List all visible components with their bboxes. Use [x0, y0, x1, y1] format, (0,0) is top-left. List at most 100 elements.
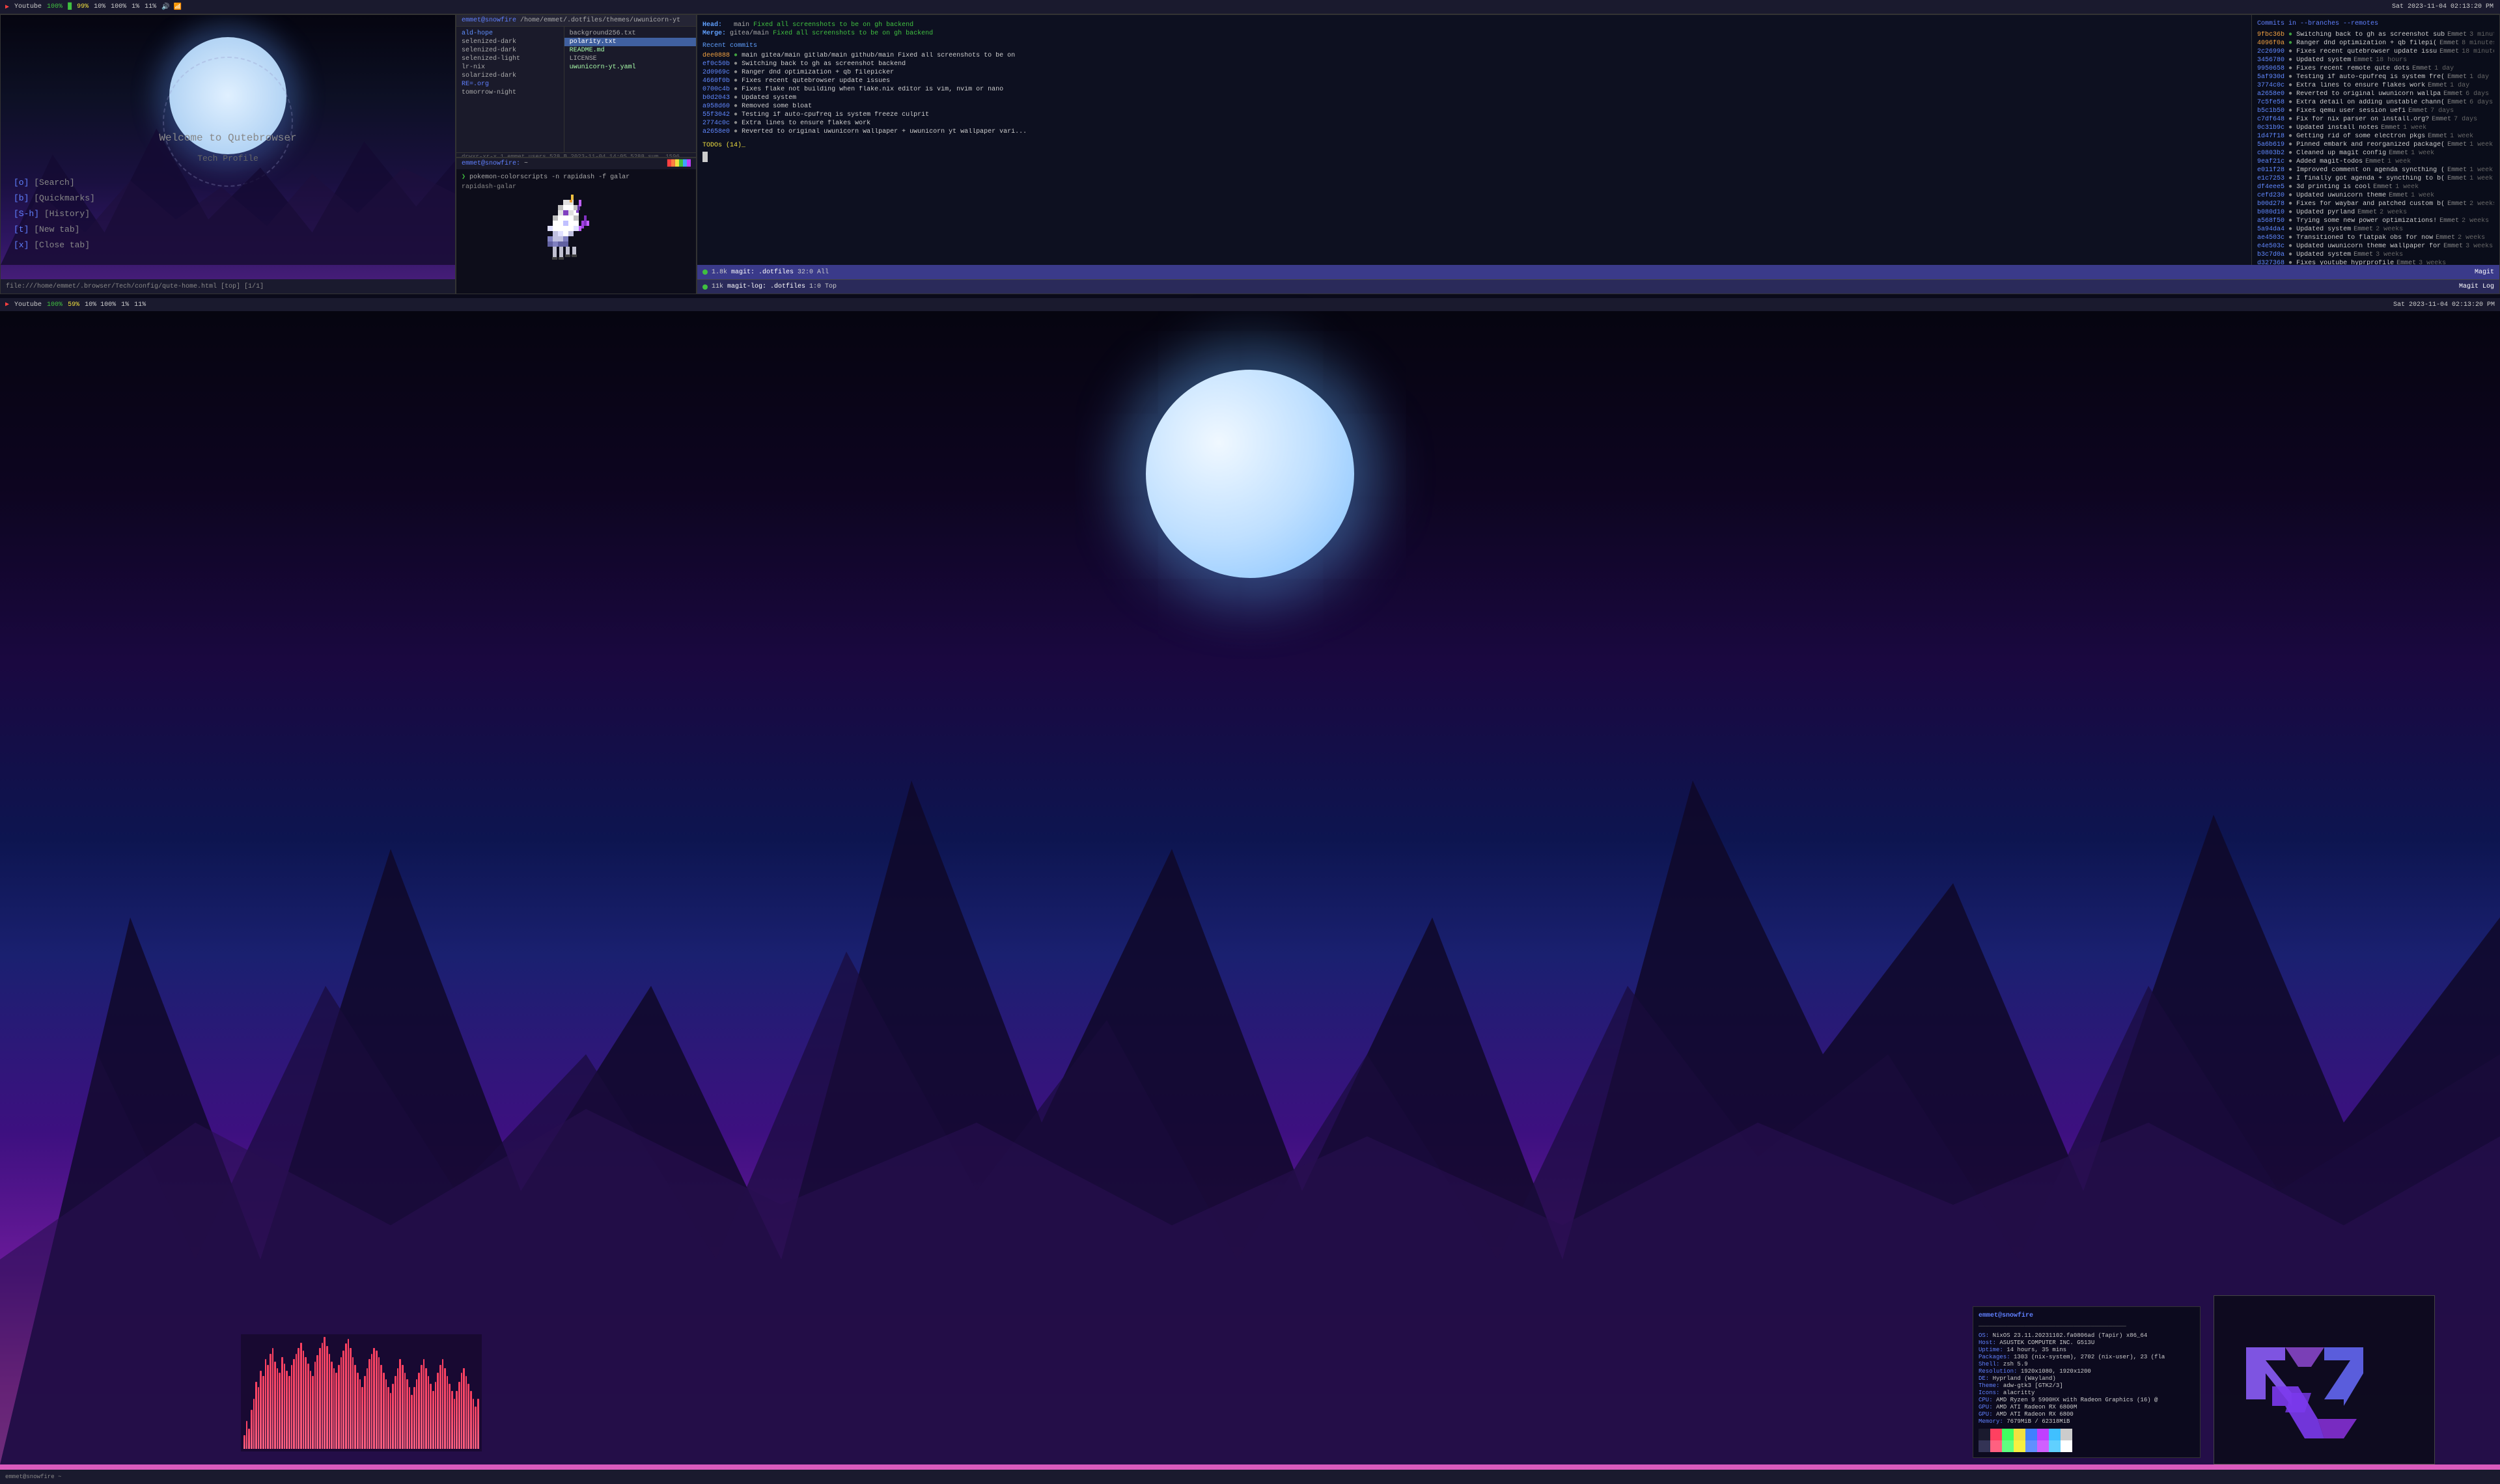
global-statusbar: emmet@snowfire ~ — [0, 1470, 2500, 1484]
monitor2-mem: 10% 100% — [85, 301, 116, 309]
neofetch-uptime: Uptime: 14 hours, 35 mins — [1979, 1347, 2195, 1353]
magit-status: Head: main Fixed all screenshots to be o… — [697, 15, 2252, 265]
file-item[interactable]: LICENSE — [564, 55, 696, 63]
indicator-bar: █ — [68, 3, 72, 10]
git-log-row: 5a6b619 ● Pinned embark and reorganized … — [2257, 141, 2494, 148]
vis-bar — [243, 1435, 245, 1449]
lower-monitor: emmet@snowfire ─────────────────────────… — [0, 311, 2500, 1484]
qute-menu-closetab[interactable]: [x] [Close tab] — [14, 239, 442, 251]
qute-menu-history[interactable]: [S-h] [History] — [14, 208, 442, 220]
vis-bar — [342, 1351, 344, 1449]
git-log-row: 2c26990 ● Fixes recent qutebrowser updat… — [2257, 48, 2494, 55]
file-item-selected[interactable]: polarity.txt — [564, 38, 696, 46]
vis-bar — [298, 1348, 299, 1449]
qute-menu-search[interactable]: [o] [Search] — [14, 176, 442, 189]
term-pokemon-name: rapidash-galar — [462, 184, 691, 191]
file-item[interactable]: selenized-dark — [456, 38, 564, 46]
monitor2-battery: 100% — [47, 301, 62, 309]
git-log-row: b00d278 ● Fixes for waybar and patched c… — [2257, 200, 2494, 208]
vis-bar — [324, 1337, 326, 1449]
magit-log: Commits in --branches --remotes 9fbc36b … — [2252, 15, 2499, 265]
git-log-row: 1d47f18 ● Getting rid of some electron p… — [2257, 133, 2494, 140]
git-log-row: 3456780 ● Updated systemEmmet18 hours — [2257, 57, 2494, 64]
vis-bar — [331, 1362, 333, 1449]
file-item[interactable]: solarized-dark — [456, 72, 564, 80]
vis-bar — [305, 1357, 307, 1449]
color-swatch-6 — [2037, 1429, 2049, 1440]
middle-panels: emmet@snowfire /home/emmet/.dotfiles/the… — [456, 14, 697, 294]
vis-bar — [437, 1373, 439, 1449]
file-item[interactable]: lr-nix — [456, 63, 564, 72]
fb-path2: /home/emmet/.dotfiles/themes/uwunicorn-y… — [520, 17, 680, 24]
git-log-row: 9950658 ● Fixes recent remote qute dotsE… — [2257, 65, 2494, 72]
fb-path: emmet@snowfire — [462, 17, 516, 24]
vis-bar — [435, 1382, 437, 1449]
vis-bar — [357, 1373, 359, 1449]
file-item[interactable]: selenized-dark — [456, 46, 564, 55]
color-swatch-5 — [2025, 1429, 2037, 1440]
rapidash-terminal: emmet@snowfire: ~ ██████ ❯ pokemon-color… — [456, 158, 697, 294]
vis-bar — [368, 1359, 370, 1449]
vis-bar — [364, 1376, 366, 1449]
vis-bar — [475, 1407, 477, 1449]
color-swatch-2 — [1990, 1429, 2002, 1440]
git-log-row: df4eee5 ● 3d printing is coolEmmet1 week — [2257, 184, 2494, 191]
git-log-row: ae4503c ● Transitioned to flatpak obs fo… — [2257, 234, 2494, 241]
file-item[interactable]: selenized-light — [456, 55, 564, 63]
git-log-row: c0803b2 ● Cleaned up magit configEmmet1 … — [2257, 150, 2494, 157]
git-log-row: 0c31b9c ● Updated install notesEmmet1 we… — [2257, 124, 2494, 131]
qute-title: Welcome to Qutebrowser — [14, 132, 442, 144]
uwunicorn-logo — [2233, 1308, 2415, 1451]
magit-status-label: magit: .dotfiles — [731, 269, 794, 276]
cpu2-indicator: 10% — [94, 3, 105, 10]
file-item[interactable]: README.md — [564, 46, 696, 55]
cpu-indicator: 99% — [77, 3, 89, 10]
neofetch-colors — [1979, 1429, 2195, 1440]
git-log-row: e011f28 ● Improved comment on agenda syn… — [2257, 167, 2494, 174]
color-swatch-1 — [1979, 1429, 1990, 1440]
vis-bar — [316, 1355, 318, 1449]
top-statusbar: ▶ Youtube 100% █ 99% 10% 100% 1% 11% 🔊 📶… — [0, 0, 2500, 14]
git-log-row: 9fbc36b ● Switching back to gh as screen… — [2257, 31, 2494, 38]
monitor2-datetime: Sat 2023-11-04 02:13:20 PM — [2393, 301, 2495, 309]
color-swatch-9 — [1979, 1440, 1990, 1452]
neofetch-sep: ────────────────────────────────────────… — [1979, 1323, 2195, 1330]
git-log-list: 9fbc36b ● Switching back to gh as screen… — [2257, 31, 2494, 265]
vis-bar — [335, 1373, 337, 1449]
tab-youtube[interactable]: Youtube — [14, 3, 42, 10]
git-log-row: 9eaf21c ● Added magit-todosEmmet1 week — [2257, 158, 2494, 165]
color-swatch-10 — [1990, 1440, 2002, 1452]
monitor2-tab[interactable]: Youtube — [14, 301, 42, 309]
vis-bar — [246, 1421, 248, 1449]
vis-bar — [449, 1384, 451, 1449]
vis-bar — [296, 1354, 298, 1449]
git-commit-row: 2d0969c ● Ranger dnd optimization + qb f… — [702, 69, 2246, 76]
neofetch-packages: Packages: 1303 (nix-system), 2702 (nix-u… — [1979, 1354, 2195, 1360]
file-item[interactable]: tomorrow-night — [456, 89, 564, 97]
qute-menu-newtab[interactable]: [t] [New tab] — [14, 223, 442, 236]
file-item[interactable]: uwunicorn-yt.yaml — [564, 63, 696, 72]
git-commit-row: 55f3042 ● Testing if auto-cpufreq is sys… — [702, 111, 2246, 118]
qute-main-content: Welcome to Qutebrowser Tech Profile [o] … — [1, 119, 455, 268]
vis-bar — [373, 1348, 375, 1449]
vis-bar — [333, 1368, 335, 1449]
file-item[interactable]: ald-hope — [456, 29, 564, 38]
vis-bar — [376, 1351, 378, 1449]
vis-bar — [248, 1429, 250, 1449]
neofetch-theme: Theme: adw-gtk3 [GTK2/3] — [1979, 1382, 2195, 1389]
vis-bar — [350, 1348, 352, 1449]
color-swatch-16 — [2061, 1440, 2072, 1452]
vis-bar — [418, 1373, 420, 1449]
qute-menu: [o] [Search] [b] [Quickmarks] [S-h] [His… — [14, 176, 442, 251]
datetime-display: Sat 2023-11-04 02:13:20 PM — [2392, 3, 2493, 10]
file-item[interactable]: background256.txt — [564, 29, 696, 38]
qute-menu-quickmarks[interactable]: [b] [Quickmarks] — [14, 192, 442, 204]
vis-bar — [454, 1399, 456, 1449]
neofetch-cpu: CPU: AMD Ryzen 9 5900HX with Radeon Grap… — [1979, 1397, 2195, 1403]
file-item[interactable]: RE=.org — [456, 80, 564, 89]
git-commits-list: dee0888 ● main gitea/main gitlab/main gi… — [702, 52, 2246, 135]
mode-indicator-dot2 — [702, 284, 708, 290]
git-commit-row: dee0888 ● main gitea/main gitlab/main gi… — [702, 52, 2246, 59]
vis-bar — [399, 1359, 401, 1449]
magit-mode: Magit — [2475, 269, 2494, 276]
